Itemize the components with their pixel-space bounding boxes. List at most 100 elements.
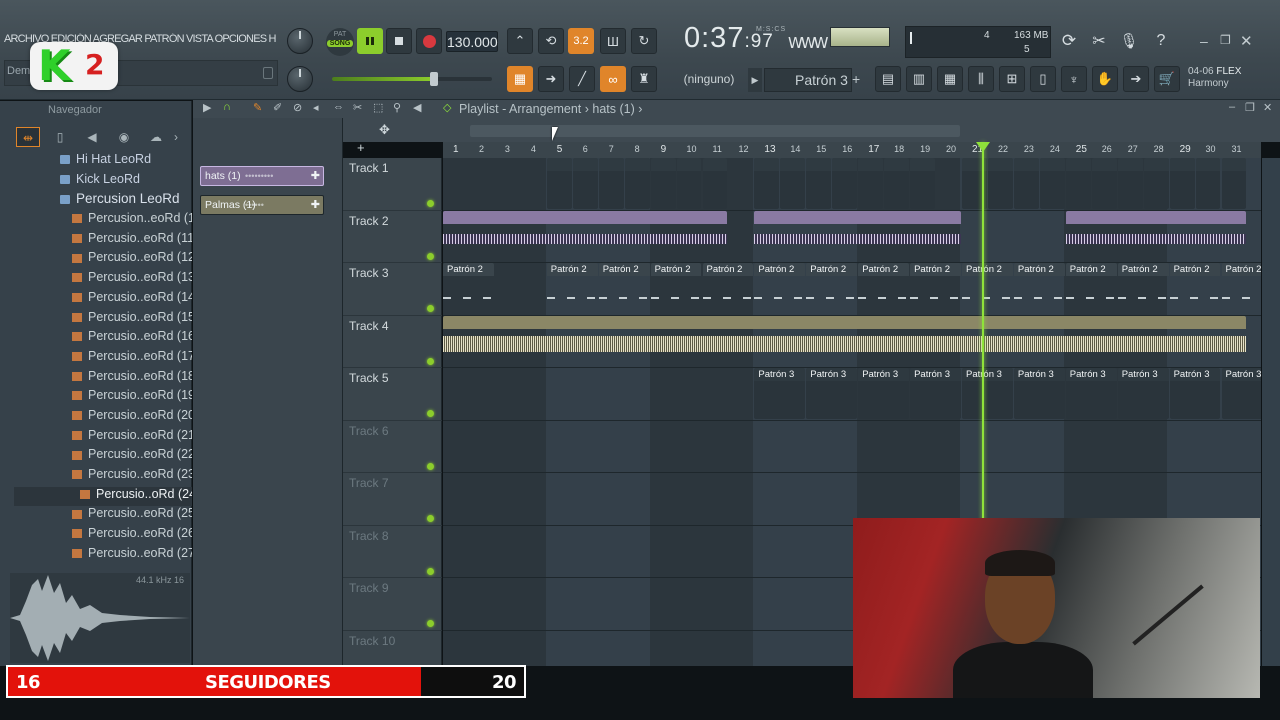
playlist-clip[interactable] (443, 315, 1247, 367)
playlist-clip[interactable]: Patrón 2 (1221, 263, 1261, 314)
playback-icon[interactable]: ◀ (413, 101, 421, 114)
track-header[interactable]: Track 5 (343, 368, 442, 421)
tools-icon[interactable]: ✂ (1086, 28, 1112, 54)
playlist-clip[interactable] (1091, 158, 1117, 209)
plugins-tab-icon[interactable]: ◀ (80, 127, 104, 147)
slice-icon[interactable]: ✂ (353, 101, 362, 114)
playlist-clip[interactable] (1169, 158, 1195, 209)
browser-file[interactable]: Percusio..eoRd (20) (14, 408, 192, 428)
loop-record-icon[interactable]: ↻ (631, 28, 657, 54)
master-volume-knob[interactable] (287, 28, 313, 54)
playlist-clip[interactable]: Patrón 2 (1065, 263, 1117, 314)
zoom-icon[interactable]: ⚲ (393, 101, 401, 114)
track-header[interactable]: Track 7 (343, 473, 442, 526)
browser-file[interactable]: Percusio..eoRd (26) (14, 526, 192, 546)
cpu-tab-icon[interactable]: ◉ (112, 127, 136, 147)
playlist-clip[interactable] (806, 158, 832, 209)
browser-file[interactable]: Percusio..eoRd (25) (14, 506, 192, 526)
playlist-clip[interactable]: Patrón 3 (754, 368, 806, 419)
playlist-clip[interactable] (832, 158, 858, 209)
record-button[interactable] (416, 28, 442, 54)
playlist-clip[interactable]: Patrón 3 (858, 368, 910, 419)
lock-icon[interactable] (263, 67, 273, 79)
picker-clip-hats[interactable]: hats (1) ••••••••• ✚ (200, 166, 324, 186)
piano-roll-icon[interactable]: ▥ (906, 66, 932, 92)
browser-file[interactable]: Percusio..eoRd (14) (14, 290, 192, 310)
track-enable-led[interactable] (427, 252, 434, 260)
microphone-icon[interactable]: 🎙 (1116, 28, 1142, 54)
tempo-display[interactable]: 130.000 (446, 31, 498, 52)
track-header[interactable]: Track 8 (343, 526, 442, 578)
track-header[interactable]: Track 9 (343, 578, 442, 631)
playhead-marker[interactable] (976, 142, 991, 152)
mute-icon[interactable]: ◂ (313, 101, 319, 114)
link-icon[interactable]: ∞ (600, 66, 626, 92)
track-header[interactable]: Track 4 (343, 316, 442, 368)
channel-rack-icon[interactable]: ▦ (937, 66, 963, 92)
browser-folder[interactable]: Hi Hat LeoRd (14, 152, 192, 172)
playlist-clip[interactable] (1143, 158, 1169, 209)
browser-icon[interactable]: ⊞ (999, 66, 1025, 92)
playlist-clip[interactable] (650, 158, 676, 209)
playlist-clip[interactable]: Patrón 2 (650, 263, 702, 314)
delete-icon[interactable]: ⊘ (293, 101, 302, 114)
song-time-display[interactable]: 0:37:97 M:S:CS (684, 22, 785, 60)
record-to-icon[interactable]: ➔ (1123, 66, 1149, 92)
playlist-clip[interactable]: Patrón 2 (1013, 263, 1065, 314)
browser-file[interactable]: Percusio..eoRd (17) (14, 349, 192, 369)
playlist-clip[interactable] (1221, 158, 1247, 209)
browser-file[interactable]: Percusio..eoRd (27) (14, 546, 192, 566)
track-enable-led[interactable] (427, 200, 434, 207)
wait-input-icon[interactable]: ⟲ (538, 28, 564, 54)
playlist-clip[interactable]: Patrón 2 (806, 263, 858, 314)
volume-handle[interactable] (430, 72, 438, 86)
playlist-clip[interactable]: Patrón 3 (1169, 368, 1221, 419)
track-header[interactable]: Track 1 (343, 158, 442, 211)
browser-file[interactable]: Percusio..eoRd (18) (14, 369, 192, 389)
playlist-clip[interactable]: Patrón 2 (858, 263, 910, 314)
track-enable-led[interactable] (427, 567, 434, 575)
playlist-clip[interactable]: Patrón 2 (754, 263, 806, 314)
pat-song-toggle[interactable]: PAT SONG (326, 28, 354, 56)
files-tab-icon[interactable]: ▯ (48, 127, 72, 147)
browser-file[interactable]: Percusio..eoRd (11) (14, 231, 192, 251)
browser-file[interactable]: Percusio..eoRd (22) (14, 447, 192, 467)
playlist-clip[interactable]: Patrón 2 (598, 263, 650, 314)
news-panel[interactable]: 04-06 FLEX Harmony (1188, 66, 1258, 94)
playlist-clip[interactable] (443, 210, 728, 262)
playlist-clip[interactable]: Patrón 3 (1221, 368, 1261, 419)
master-pitch-knob[interactable] (287, 66, 313, 92)
close-icon[interactable]: ✕ (1240, 32, 1256, 50)
playlist-clip[interactable] (910, 158, 936, 209)
refresh-icon[interactable]: ⟳ (1056, 28, 1082, 54)
pencil-icon[interactable]: ✎ (253, 101, 262, 114)
playlist-clip[interactable] (676, 158, 702, 209)
minimize-icon[interactable]: – (1200, 33, 1216, 49)
playlist-clip[interactable] (702, 158, 728, 209)
playlist-clip[interactable] (1195, 158, 1221, 209)
playlist-clip[interactable] (1013, 158, 1039, 209)
brush-icon[interactable]: ✐ (273, 101, 282, 114)
close-icon[interactable]: ✕ (1263, 101, 1272, 114)
browser-file[interactable]: Percusio..eoRd (12) (14, 250, 192, 270)
maximize-icon[interactable]: ❐ (1220, 33, 1236, 49)
playlist-clip[interactable]: Patrón 3 (1117, 368, 1169, 419)
add-track-icon[interactable]: + (357, 140, 365, 155)
playlist-clip[interactable] (598, 158, 624, 209)
cloud-tab-icon[interactable]: ☁ (144, 127, 168, 147)
browser-file[interactable]: Percusio..eoRd (13) (14, 270, 192, 290)
playlist-clip[interactable]: Patrón 2 (443, 263, 494, 314)
browser-folder[interactable]: Kick LeoRd (14, 172, 192, 192)
sample-preview-waveform[interactable]: 44.1 kHz 16 (10, 573, 190, 663)
slip-icon[interactable]: ⇔ (333, 101, 344, 113)
playlist-clip[interactable] (858, 158, 884, 209)
playlist-clip[interactable] (1065, 210, 1247, 262)
select-icon[interactable]: ⬚ (373, 101, 383, 114)
playlist-clip[interactable] (754, 158, 780, 209)
options-arrow-icon[interactable]: ▶ (203, 101, 211, 114)
pattern-selector[interactable]: Patrón 3 (764, 68, 852, 92)
magnet-icon[interactable]: ∩ (223, 101, 231, 113)
vertical-scrollbar[interactable] (1262, 158, 1280, 666)
browser-file[interactable]: Percusio..eoRd (15) (14, 310, 192, 330)
playlist-clip[interactable]: Patrón 2 (962, 263, 1013, 314)
